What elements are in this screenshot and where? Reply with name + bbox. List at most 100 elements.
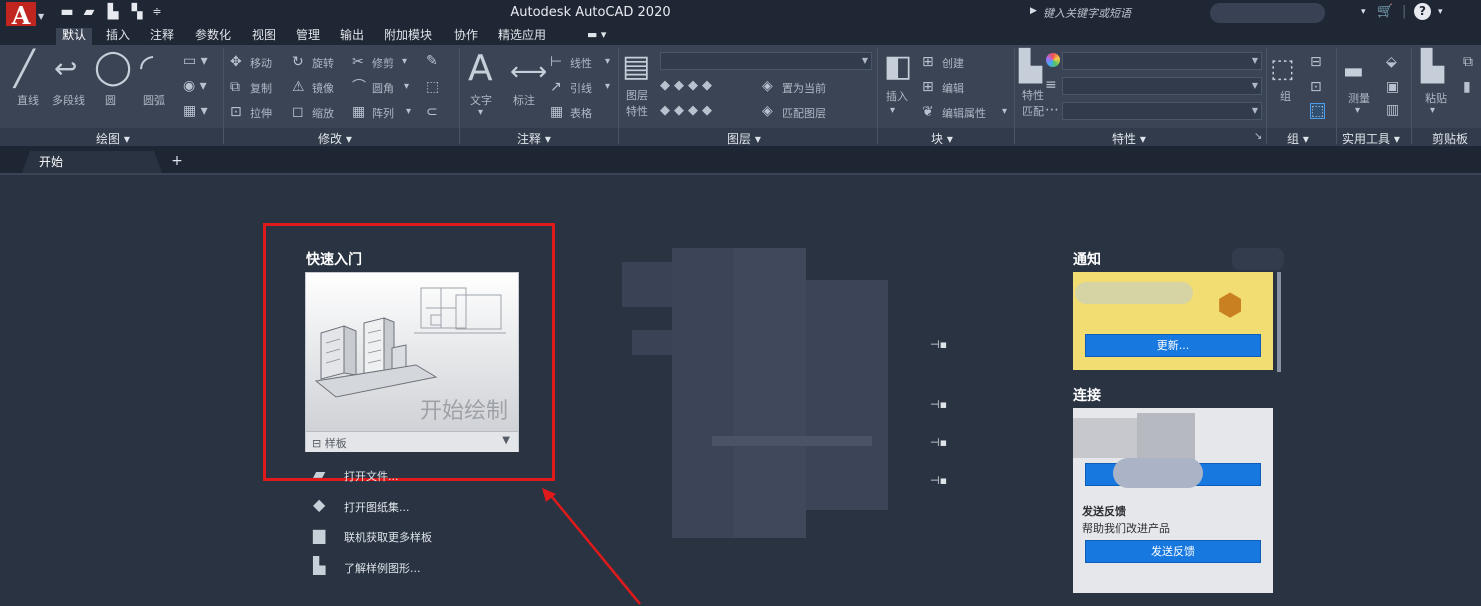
send-feedback-button[interactable]: 发送反馈: [1085, 540, 1261, 563]
hatch-icon[interactable]: ▦ ▾: [183, 104, 208, 118]
explode-icon[interactable]: ⬚: [426, 80, 439, 94]
tab-view[interactable]: 视图: [246, 28, 282, 45]
trim-dropdown-icon[interactable]: ▾: [402, 55, 407, 69]
panel-title-modify[interactable]: 修改 ▾: [318, 130, 352, 147]
calculator-icon[interactable]: ▥: [1386, 103, 1399, 117]
pin-icon[interactable]: ⊣▪: [930, 338, 947, 351]
fillet-button[interactable]: 圆角: [372, 80, 394, 96]
tab-annotate[interactable]: 注释: [144, 28, 180, 45]
tab-featured-apps[interactable]: 精选应用: [492, 28, 552, 45]
tab-addins[interactable]: 附加模块: [378, 28, 438, 45]
insert-dropdown-icon[interactable]: ▾: [890, 104, 895, 118]
panel-title-utilities[interactable]: 实用工具 ▾: [1342, 130, 1400, 147]
panel-title-block[interactable]: 块 ▾: [931, 130, 953, 147]
line-button[interactable]: 直线: [17, 92, 39, 108]
cart-icon[interactable]: 🛒: [1377, 4, 1393, 19]
circle-button[interactable]: 圆: [105, 92, 116, 108]
group-icon[interactable]: ⬚: [1270, 52, 1295, 86]
ungroup-icon[interactable]: ⊟: [1310, 55, 1322, 69]
edit-block-icon[interactable]: ⊞: [922, 80, 934, 94]
layer-properties-icon[interactable]: ▤: [622, 50, 650, 84]
mirror-icon[interactable]: ⚠: [292, 80, 305, 94]
panel-title-groups[interactable]: 组 ▾: [1287, 130, 1309, 147]
line-icon[interactable]: ╱: [14, 52, 34, 86]
panel-title-annotation[interactable]: 注释 ▾: [517, 130, 551, 147]
match-layer-icon[interactable]: ◈: [762, 104, 773, 118]
make-current-button[interactable]: 置为当前: [782, 80, 826, 96]
panel-toggle-icon[interactable]: ▬ ▾: [587, 28, 606, 41]
fillet-icon[interactable]: ⌒: [352, 80, 366, 94]
edit-block-button[interactable]: 编辑: [942, 80, 964, 96]
rotate-icon[interactable]: ↻: [292, 55, 304, 69]
dimension-icon[interactable]: ⟷: [510, 55, 547, 89]
linear-dim-button[interactable]: 线性: [570, 55, 592, 71]
array-button[interactable]: 阵列: [372, 105, 394, 121]
copy-clip-icon[interactable]: ⧉: [1463, 55, 1473, 69]
paste-button[interactable]: 粘贴: [1425, 90, 1447, 106]
panel-title-draw[interactable]: 绘图 ▾: [96, 130, 130, 147]
text-dropdown-icon[interactable]: ▾: [478, 106, 483, 120]
select-all-icon[interactable]: ▣: [1386, 80, 1399, 94]
layer-dropdown[interactable]: ▼: [660, 52, 872, 70]
signin-dropdown-icon[interactable]: ▾: [1361, 7, 1366, 17]
paste-dropdown-icon[interactable]: ▾: [1430, 104, 1435, 118]
create-block-icon[interactable]: ⊞: [922, 55, 934, 69]
linear-dim-icon[interactable]: ⊢: [550, 55, 562, 69]
cut-icon[interactable]: ▮: [1463, 80, 1471, 94]
pin-icon[interactable]: ⊣▪: [930, 398, 947, 411]
array-icon[interactable]: ▦: [352, 105, 365, 119]
tab-parametric[interactable]: 参数化: [189, 28, 237, 45]
measure-dropdown-icon[interactable]: ▾: [1355, 104, 1360, 118]
insert-block-button[interactable]: 插入: [886, 88, 908, 104]
trim-button[interactable]: 修剪: [372, 55, 394, 71]
tab-default[interactable]: 默认: [56, 28, 93, 45]
search-expand-icon[interactable]: ▶: [1030, 6, 1037, 16]
dimension-button[interactable]: 标注: [513, 92, 535, 108]
tab-collaborate[interactable]: 协作: [448, 28, 484, 45]
group-button[interactable]: 组: [1280, 88, 1291, 104]
rotate-button[interactable]: 旋转: [312, 55, 334, 71]
leader-button[interactable]: 引线: [570, 80, 592, 96]
tab-manage[interactable]: 管理: [290, 28, 326, 45]
panel-title-properties[interactable]: 特性 ▾: [1112, 130, 1146, 147]
table-icon[interactable]: ▦: [550, 105, 563, 119]
circle-icon[interactable]: ◯: [94, 50, 132, 84]
edit-attributes-button[interactable]: 编辑属性: [942, 105, 986, 121]
match-layer-button[interactable]: 匹配图层: [782, 105, 826, 121]
move-button[interactable]: 移动: [250, 55, 272, 71]
measure-icon[interactable]: ▬: [1343, 55, 1364, 89]
edit-attributes-icon[interactable]: ❦: [922, 105, 934, 119]
search-input[interactable]: 键入关键字或短语: [1040, 3, 1230, 22]
help-dropdown-icon[interactable]: ▾: [1438, 7, 1443, 17]
properties-launcher-icon[interactable]: ↘: [1254, 130, 1262, 144]
layer-properties-button[interactable]: 图层特性: [626, 88, 652, 120]
color-dropdown[interactable]: ▼: [1062, 52, 1262, 70]
ellipse-icon[interactable]: ◉ ▾: [183, 79, 207, 93]
mirror-button[interactable]: 镜像: [312, 80, 334, 96]
stretch-icon[interactable]: ⊡: [230, 105, 242, 119]
scale-button[interactable]: 缩放: [312, 105, 334, 121]
create-block-button[interactable]: 创建: [942, 55, 964, 71]
update-button[interactable]: 更新...: [1085, 334, 1261, 357]
tab-output[interactable]: 输出: [334, 28, 370, 45]
layer-tool-icons[interactable]: ◆◆◆◆: [660, 104, 716, 118]
polyline-button[interactable]: 多段线: [52, 92, 85, 108]
linetype-dropdown[interactable]: ▼: [1062, 102, 1262, 120]
move-icon[interactable]: ✥: [230, 55, 242, 69]
offset-icon[interactable]: ⊂: [426, 105, 438, 119]
scale-icon[interactable]: ◻: [292, 105, 304, 119]
pin-icon[interactable]: ⊣▪: [930, 474, 947, 487]
paste-icon[interactable]: ▙: [1421, 50, 1444, 84]
panel-title-clipboard[interactable]: 剪贴板: [1432, 130, 1468, 147]
stretch-button[interactable]: 拉伸: [250, 105, 272, 121]
trim-icon[interactable]: ✂: [352, 55, 364, 69]
text-icon[interactable]: A: [468, 51, 493, 87]
copy-icon[interactable]: ⧉: [230, 80, 240, 94]
group-edit-icon[interactable]: ⊡: [1310, 80, 1322, 94]
arc-button[interactable]: 圆弧: [143, 92, 165, 108]
make-current-icon[interactable]: ◈: [762, 79, 773, 93]
array-dropdown-icon[interactable]: ▾: [406, 105, 411, 119]
group-select-icon[interactable]: ⬚: [1310, 103, 1326, 119]
table-button[interactable]: 表格: [570, 105, 592, 121]
help-icon[interactable]: ?: [1414, 3, 1431, 20]
